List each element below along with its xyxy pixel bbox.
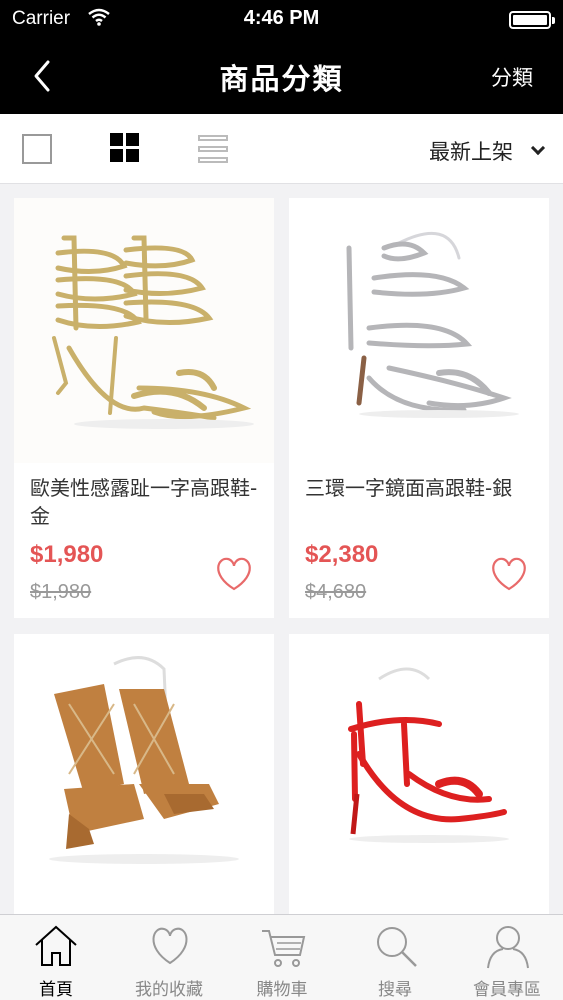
sort-label: 最新上架: [429, 140, 513, 164]
product-price: $2,380: [305, 541, 379, 568]
product-original-price: $1,980: [30, 581, 92, 603]
status-bar: Carrier 4:46 PM: [0, 0, 563, 40]
tab-bar: 首頁 我的收藏 購物車 搜尋 會員專區: [0, 914, 563, 1000]
tab-label: 首頁: [39, 980, 73, 1000]
heart-icon: [152, 927, 188, 965]
tab-label: 搜尋: [378, 980, 412, 1000]
nav-bar: 商品分類 分類: [0, 40, 563, 114]
tab-search[interactable]: 搜尋: [339, 915, 451, 1000]
single-view-icon[interactable]: [22, 134, 52, 164]
tab-cart[interactable]: 購物車: [226, 915, 338, 1000]
tab-label: 會員專區: [473, 980, 541, 1000]
product-original-price: $4,680: [305, 581, 367, 603]
product-image-gold-heels: [14, 198, 274, 463]
product-image-red-heels: [289, 634, 549, 899]
product-name: 歐美性感露趾一字高跟鞋-金: [30, 476, 258, 528]
user-icon: [487, 926, 529, 969]
search-icon: [377, 927, 417, 967]
grid-view-icon[interactable]: [110, 133, 140, 163]
heart-icon[interactable]: [214, 556, 254, 592]
product-card[interactable]: 三環一字鏡面高跟鞋-銀 $2,380 $4,680: [289, 198, 549, 618]
cart-icon: [262, 930, 306, 967]
product-name: 三環一字鏡面高跟鞋-銀: [305, 476, 513, 500]
tab-label: 購物車: [256, 980, 308, 1000]
tab-home[interactable]: 首頁: [0, 915, 112, 1000]
tab-member[interactable]: 會員專區: [451, 915, 563, 1000]
page-title: 商品分類: [219, 62, 344, 96]
product-price: $1,980: [30, 541, 104, 568]
home-icon: [35, 925, 77, 966]
sort-dropdown[interactable]: 最新上架: [429, 136, 546, 166]
tab-favorites[interactable]: 我的收藏: [113, 915, 225, 1000]
product-card[interactable]: [289, 634, 549, 914]
battery-icon: [509, 11, 555, 29]
view-toolbar: 最新上架: [0, 114, 563, 184]
status-time: 4:46 PM: [243, 7, 320, 29]
product-image-silver-heels: [289, 198, 549, 463]
product-card[interactable]: [14, 634, 274, 914]
product-image-tan-wedges: [14, 634, 274, 899]
category-button[interactable]: 分類: [491, 62, 533, 92]
chevron-down-icon: [530, 140, 546, 156]
list-view-icon[interactable]: [198, 135, 228, 163]
product-card[interactable]: 歐美性感露趾一字高跟鞋-金 $1,980 $1,980: [14, 198, 274, 618]
product-grid: 歐美性感露趾一字高跟鞋-金 $1,980 $1,980 三環一字鏡面高跟鞋-銀: [0, 184, 563, 914]
heart-icon[interactable]: [489, 556, 529, 592]
tab-label: 我的收藏: [135, 980, 203, 1000]
